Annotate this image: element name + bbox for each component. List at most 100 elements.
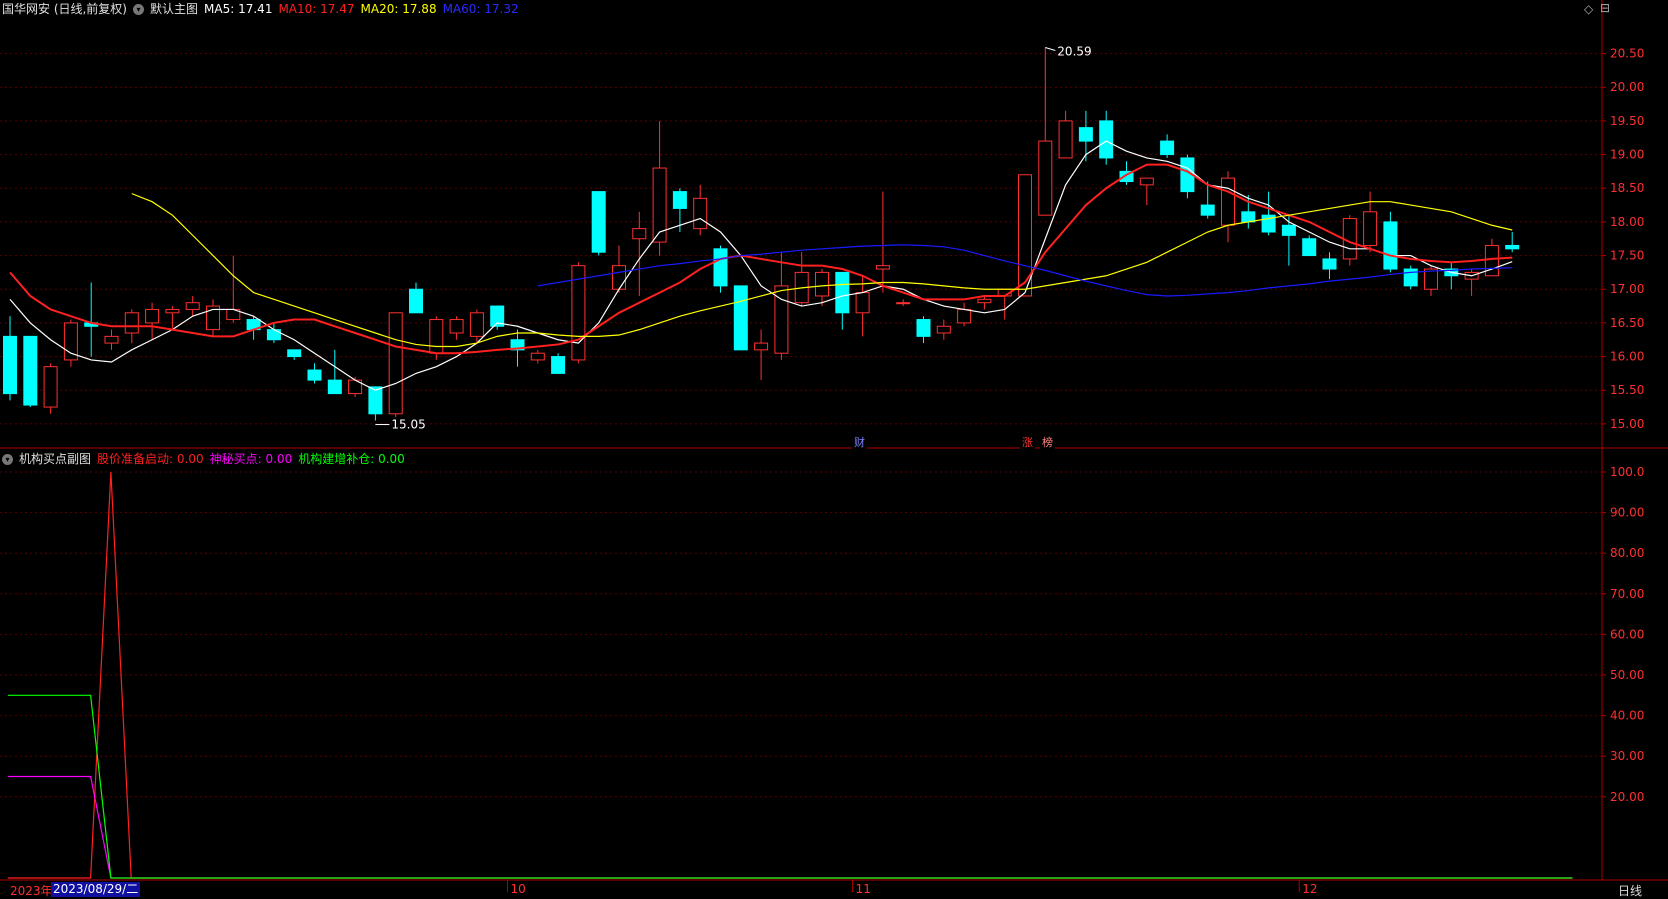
candle-body bbox=[1099, 120, 1114, 159]
main-y-tick-label: 19.50 bbox=[1610, 114, 1644, 128]
candle-body bbox=[1322, 258, 1337, 270]
candle-body bbox=[327, 379, 342, 395]
candle-body bbox=[1241, 211, 1256, 223]
sub-line bbox=[8, 775, 1573, 879]
candle-body bbox=[693, 197, 708, 230]
main-y-tick-label: 17.50 bbox=[1610, 249, 1644, 263]
collapse-icon[interactable]: ⊟ bbox=[1600, 1, 1610, 15]
sub-indicator-name[interactable]: 机构买点副图 bbox=[19, 450, 91, 468]
candle-body bbox=[388, 312, 403, 415]
candle-body bbox=[307, 369, 322, 381]
candle-body bbox=[287, 349, 302, 358]
candle-body bbox=[1221, 177, 1235, 226]
candle-body bbox=[1038, 140, 1053, 216]
month-label: 12 bbox=[1302, 882, 1317, 896]
badge-zhang[interactable]: 涨 bbox=[1020, 436, 1035, 449]
stock-title[interactable]: 国华网安 (日线,前复权) bbox=[2, 0, 127, 18]
candle-body bbox=[896, 302, 911, 305]
line1-value: 0.00 bbox=[176, 452, 204, 466]
candle-body bbox=[815, 271, 829, 297]
candle-body bbox=[1383, 221, 1398, 270]
main-y-tick-label: 15.00 bbox=[1610, 417, 1644, 431]
candle-body bbox=[1058, 120, 1073, 159]
ma5-value: 17.41 bbox=[238, 2, 273, 16]
period-button[interactable]: 日线 bbox=[1618, 882, 1642, 899]
high-pointer bbox=[1045, 47, 1056, 51]
candle-body bbox=[733, 285, 748, 351]
sub-chart-header: ▾ 机构买点副图 股价准备启动: 0.00 神秘买点: 0.00 机构建增补仓:… bbox=[0, 450, 405, 468]
candle-body bbox=[368, 386, 383, 415]
candle-body bbox=[936, 325, 951, 334]
main-y-tick-label: 18.00 bbox=[1610, 215, 1644, 229]
ma20-label: MA20: 17.88 bbox=[360, 2, 437, 16]
candle-body bbox=[429, 319, 444, 354]
main-y-tick-label: 18.50 bbox=[1610, 181, 1644, 195]
line2-label: 神秘买点: 0.00 bbox=[209, 452, 293, 466]
candle-body bbox=[469, 312, 484, 337]
candle-body bbox=[1078, 127, 1093, 142]
candle-body bbox=[145, 308, 160, 324]
candle-body bbox=[916, 319, 931, 337]
sub-y-tick-label: 40.00 bbox=[1610, 709, 1644, 723]
sub-y-tick-label: 50.00 bbox=[1610, 668, 1644, 682]
candle-body bbox=[672, 191, 687, 209]
candle-body bbox=[612, 265, 626, 290]
badge-cai[interactable]: 财 bbox=[852, 436, 867, 449]
candle-body bbox=[1363, 211, 1378, 246]
candle-body bbox=[977, 298, 992, 304]
candle-body bbox=[1505, 244, 1520, 250]
main-y-tick-label: 15.50 bbox=[1610, 383, 1644, 397]
candle-body bbox=[449, 319, 464, 334]
candle-body bbox=[1160, 140, 1175, 156]
ma10-value: 17.47 bbox=[320, 2, 355, 16]
diamond-icon[interactable]: ◇ bbox=[1584, 2, 1593, 16]
candle-body bbox=[1018, 174, 1032, 297]
candle-body bbox=[185, 302, 200, 310]
candle-body bbox=[165, 308, 180, 314]
sub-y-tick-label: 70.00 bbox=[1610, 587, 1644, 601]
sub-line bbox=[8, 694, 1573, 879]
ma20-value: 17.88 bbox=[402, 2, 437, 16]
month-label: 10 bbox=[511, 882, 526, 896]
ma60-label: MA60: 17.32 bbox=[442, 2, 519, 16]
candle-body bbox=[875, 265, 890, 270]
main-indicator-name[interactable]: 默认主图 bbox=[150, 0, 198, 18]
sub-y-tick-label: 20.00 bbox=[1610, 790, 1644, 804]
line3-label: 机构建增补仓: 0.00 bbox=[298, 452, 405, 466]
line1-label: 股价准备启动: 0.00 bbox=[97, 452, 204, 466]
high-price-label: 20.59 bbox=[1057, 45, 1091, 59]
sub-indicator-menu-icon[interactable]: ▾ bbox=[2, 453, 13, 465]
sub-y-tick-label: 60.00 bbox=[1610, 627, 1644, 641]
candle-body bbox=[551, 356, 566, 374]
candle-body bbox=[754, 342, 769, 351]
line2-value: 0.00 bbox=[265, 452, 293, 466]
candle-body bbox=[1424, 268, 1438, 290]
candle-body bbox=[1139, 177, 1154, 186]
candle-body bbox=[713, 248, 728, 287]
sub-y-tick-label: 90.00 bbox=[1610, 506, 1644, 520]
year-label: 2023年 bbox=[10, 884, 53, 898]
candle-body bbox=[23, 335, 38, 406]
candle-body bbox=[3, 335, 17, 395]
candle-body bbox=[835, 271, 850, 314]
sub-y-tick-label: 100.0 bbox=[1610, 465, 1644, 479]
candle-body bbox=[1302, 238, 1317, 257]
candle-body bbox=[957, 308, 972, 324]
month-label: 11 bbox=[856, 882, 871, 896]
candle-body bbox=[530, 352, 545, 361]
candle-body bbox=[632, 228, 647, 240]
indicator-menu-icon[interactable]: ▾ bbox=[133, 3, 144, 15]
candle-body bbox=[43, 366, 58, 408]
main-y-tick-label: 19.00 bbox=[1610, 148, 1644, 162]
low-price-label: 15.05 bbox=[391, 418, 425, 432]
main-y-tick-label: 16.50 bbox=[1610, 316, 1644, 330]
main-y-tick-label: 16.00 bbox=[1610, 350, 1644, 364]
main-y-tick-label: 20.00 bbox=[1610, 80, 1644, 94]
candle-body bbox=[124, 312, 139, 334]
badge-bang[interactable]: 榜 bbox=[1040, 436, 1055, 449]
main-y-tick-label: 20.50 bbox=[1610, 47, 1644, 61]
sub-y-tick-label: 30.00 bbox=[1610, 749, 1644, 763]
candle-body bbox=[104, 335, 119, 344]
ma5-label: MA5: 17.41 bbox=[204, 2, 273, 16]
cursor-date: 2023/08/29/二 bbox=[51, 882, 141, 897]
